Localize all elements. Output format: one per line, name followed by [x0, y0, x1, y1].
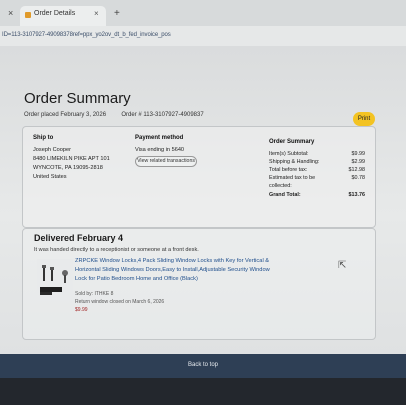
summary-value: $12.98	[348, 167, 366, 173]
grand-total-label: Grand Total:	[269, 192, 301, 198]
delivery-status: Delivered February 4	[34, 233, 124, 243]
summary-value: $2.99	[351, 159, 366, 165]
order-info-card: Ship to Joseph Cooper 8480 LIMEKILN PIKE…	[22, 126, 376, 228]
page-title: Order Summary	[24, 90, 131, 107]
payment-heading: Payment method	[135, 135, 184, 141]
order-placed-date: Order placed February 3, 2026	[24, 112, 107, 118]
product-image[interactable]	[37, 259, 73, 301]
browser-tab[interactable]: Order Details ×	[20, 6, 106, 26]
back-to-top-link[interactable]: Back to top	[0, 362, 406, 368]
summary-label: Shipping & Handling:	[269, 159, 320, 165]
monitor-bezel	[0, 378, 406, 405]
address-bar[interactable]: ID=113-3107927-49098378ref=ppx_yo2ov_dt_…	[0, 26, 406, 46]
payment-method: Visa ending in 5640	[135, 147, 185, 153]
summary-label: Total before tax:	[269, 167, 308, 173]
delivery-note: It was handed directly to a receptionist…	[34, 247, 199, 253]
favicon-icon	[25, 12, 31, 18]
order-meta: Order placed February 3, 2026 Order # 11…	[24, 112, 204, 118]
back-to-top-bar[interactable]: Back to top	[0, 354, 406, 378]
ship-to-line: 8480 LIMEKILN PIKE APT 101	[33, 156, 110, 162]
ship-to-line: United States	[33, 174, 67, 180]
summary-value: $9.99	[351, 151, 366, 157]
url-text[interactable]: ID=113-3107927-49098378ref=ppx_yo2ov_dt_…	[2, 32, 171, 38]
grand-total-value: $13.76	[348, 192, 366, 198]
mouse-cursor-icon: ⇱	[338, 260, 347, 271]
summary-label: Estimated tax to be	[269, 175, 316, 181]
sold-by: Sold by: ITHKE 8	[75, 291, 114, 297]
ship-to-heading: Ship to	[33, 135, 54, 141]
tab-title: Order Details	[34, 10, 76, 17]
order-number: Order # 113-3107927-4909837	[121, 112, 204, 118]
shipment-card: Delivered February 4 It was handed direc…	[22, 228, 376, 340]
print-button[interactable]: Print	[353, 112, 375, 126]
summary-value: $0.78	[351, 175, 366, 181]
summary-label: Item(s) Subtotal:	[269, 151, 309, 157]
view-transactions-button[interactable]: View related transactions	[135, 156, 197, 167]
ship-to-line: WYNCOTE, PA 19095-2818	[33, 165, 103, 171]
screen: × Order Details × + ID=113-3107927-49098…	[0, 0, 406, 405]
summary-heading: Order Summary	[269, 139, 315, 145]
ship-to-line: Joseph Cooper	[33, 147, 71, 153]
summary-label: collected:	[269, 183, 292, 189]
close-icon[interactable]: ×	[8, 8, 13, 18]
browser-tab-bar: × Order Details × +	[0, 0, 406, 26]
tab-close-icon[interactable]: ×	[94, 9, 99, 18]
new-tab-button[interactable]: +	[114, 8, 120, 19]
return-window-note: Return window closed on March 6, 2026	[75, 299, 165, 305]
item-price: $9.99	[75, 307, 88, 313]
page-content: Order Summary Order placed February 3, 2…	[0, 46, 406, 354]
product-title-link[interactable]: ZRPCKE Window Locks,4 Pack Sliding Windo…	[75, 257, 275, 284]
